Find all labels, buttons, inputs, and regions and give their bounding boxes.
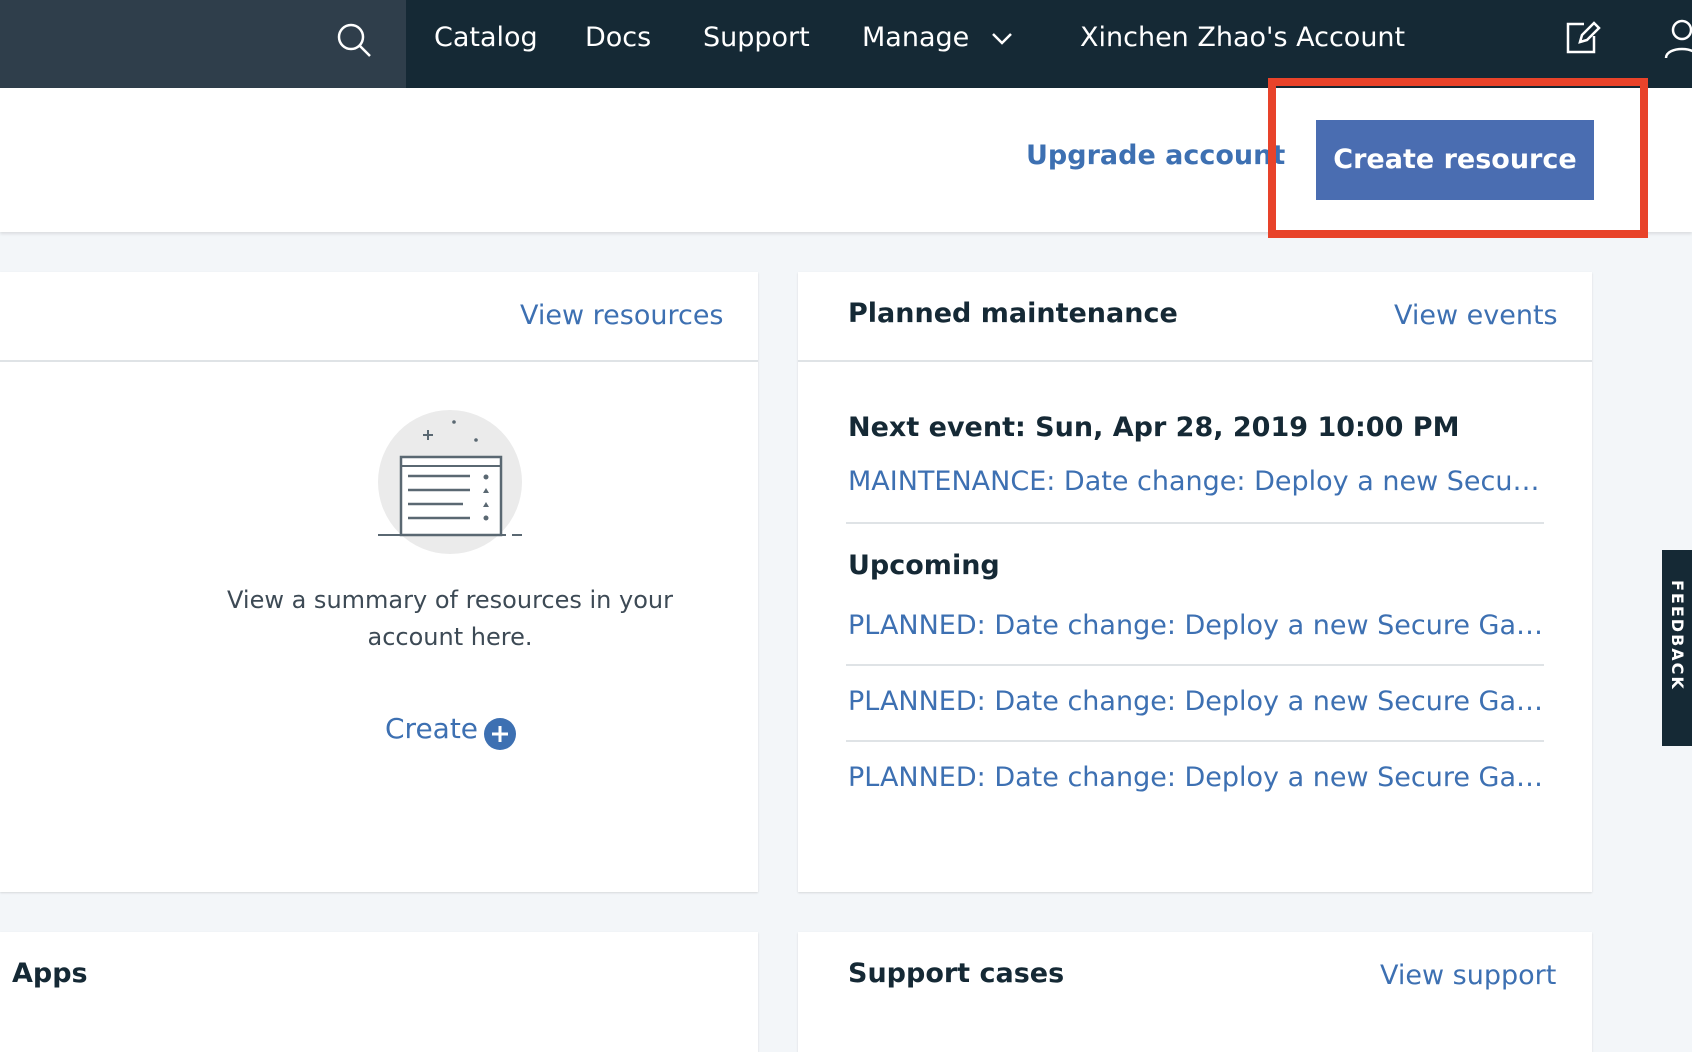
search-icon[interactable]	[334, 20, 374, 60]
nav-manage[interactable]: Manage	[862, 0, 969, 88]
apps-card: Apps	[0, 932, 758, 1052]
maintenance-card: Planned maintenance View events	[798, 272, 1592, 892]
plus-circle-icon[interactable]	[484, 718, 516, 750]
event-divider	[846, 522, 1544, 524]
create-link[interactable]: Create	[385, 712, 478, 745]
event-divider	[846, 664, 1544, 666]
card-divider	[0, 360, 758, 362]
upcoming-heading: Upcoming	[848, 550, 1000, 581]
card-divider	[798, 360, 1592, 362]
chevron-down-icon[interactable]	[990, 28, 1014, 48]
view-resources-link[interactable]: View resources	[520, 300, 724, 331]
view-support-link[interactable]: View support	[1380, 960, 1556, 991]
create-resource-button[interactable]: Create resource	[1316, 120, 1594, 200]
nav-account[interactable]: Xinchen Zhao's Account	[1080, 0, 1405, 88]
support-cases-card: Support cases View support	[798, 932, 1592, 1052]
support-cases-title: Support cases	[848, 958, 1065, 989]
upcoming-event-link[interactable]: PLANNED: Date change: Deploy a new Secur…	[848, 762, 1544, 793]
empty-resources-illustration	[378, 410, 526, 554]
feedback-tab[interactable]: FEEDBACK	[1662, 550, 1692, 746]
empty-resources-text: View a summary of resources in your acco…	[227, 586, 673, 651]
nav-docs[interactable]: Docs	[585, 0, 651, 88]
apps-title: Apps	[12, 958, 88, 989]
nav-support[interactable]: Support	[703, 0, 810, 88]
edit-icon[interactable]	[1562, 18, 1602, 58]
next-event-link[interactable]: MAINTENANCE: Date change: Deploy a new S…	[848, 466, 1544, 497]
top-nav: Catalog Docs Support Manage Xinchen Zhao…	[0, 0, 1692, 88]
upcoming-event-link[interactable]: PLANNED: Date change: Deploy a new Secur…	[848, 686, 1544, 717]
upcoming-event-link[interactable]: PLANNED: Date change: Deploy a new Secur…	[848, 610, 1544, 641]
upgrade-account-link[interactable]: Upgrade account	[1026, 140, 1285, 171]
maintenance-title: Planned maintenance	[848, 298, 1178, 329]
view-events-link[interactable]: View events	[1394, 300, 1558, 331]
event-divider	[846, 740, 1544, 742]
nav-catalog[interactable]: Catalog	[434, 0, 538, 88]
next-event-heading: Next event: Sun, Apr 28, 2019 10:00 PM	[848, 412, 1460, 443]
feedback-label: FEEDBACK	[1668, 580, 1687, 691]
dashboard-header: Upgrade account Create resource	[0, 88, 1692, 232]
user-icon[interactable]	[1662, 18, 1692, 60]
